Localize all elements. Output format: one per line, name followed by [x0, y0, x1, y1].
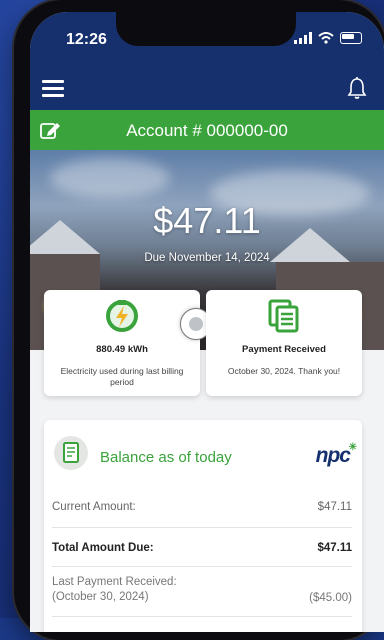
- last-payment-label: Last Payment Received: (October 30, 2024): [52, 576, 177, 603]
- payment-status: Payment Received: [242, 344, 326, 355]
- total-due-label: Total Amount Due:: [52, 542, 154, 554]
- current-amount-value: $47.11: [317, 501, 352, 513]
- balance-title: Balance as of today: [100, 449, 232, 466]
- signal-icon: [294, 32, 312, 44]
- divider: [52, 527, 352, 528]
- bill-icon: [54, 436, 88, 470]
- last-payment-value: ($45.00): [309, 592, 352, 604]
- divider: [52, 616, 352, 617]
- menu-icon[interactable]: [42, 80, 64, 101]
- clock: 12:26: [66, 31, 107, 48]
- usage-value: 880.49 kWh: [96, 344, 148, 355]
- app-screen: 12:26 Account # 000000-00 $47.11 Due Nov…: [30, 12, 384, 632]
- amount-due: $47.11: [153, 200, 261, 241]
- divider: [52, 566, 352, 567]
- account-bar[interactable]: Account # 000000-00: [30, 110, 384, 150]
- bell-icon[interactable]: [346, 76, 368, 100]
- cloud: [50, 158, 170, 198]
- usage-card[interactable]: 880.49 kWh Electricity used during last …: [44, 290, 200, 396]
- payment-card[interactable]: Payment Received October 30, 2024. Thank…: [206, 290, 362, 396]
- notch: [116, 12, 296, 46]
- battery-icon: [340, 32, 362, 44]
- payment-description: October 30, 2024. Thank you!: [227, 366, 341, 376]
- document-icon: [268, 299, 299, 333]
- system-icons: [294, 32, 362, 44]
- balance-card: Balance as of today npc ✳ Current Amount:…: [44, 420, 362, 632]
- top-nav: [30, 64, 384, 110]
- total-due-value: $47.11: [317, 542, 352, 554]
- account-number: Account # 000000-00: [126, 121, 288, 140]
- due-date: Due November 14, 2024: [144, 252, 270, 264]
- npc-logo: npc ✳: [315, 442, 357, 467]
- status-bar: 12:26: [30, 12, 384, 64]
- current-amount-label: Current Amount:: [52, 501, 136, 513]
- electricity-icon: [106, 300, 138, 332]
- usage-description: Electricity used during last billing per…: [60, 366, 184, 387]
- wifi-icon: [318, 32, 334, 44]
